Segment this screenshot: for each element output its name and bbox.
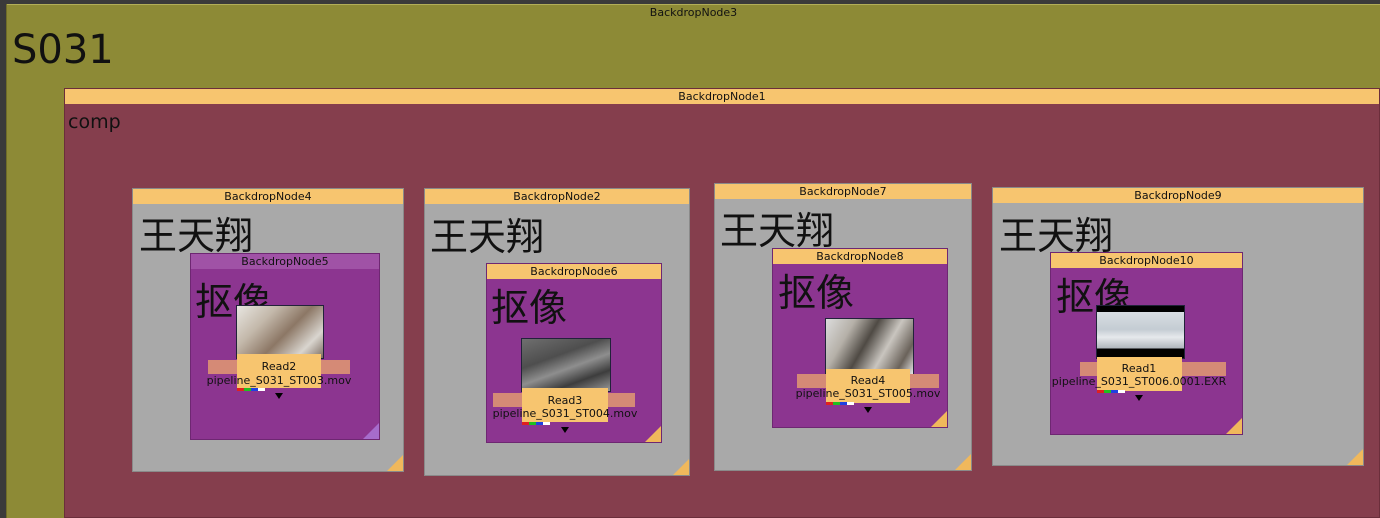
backdrop-node-10-header[interactable]: BackdropNode10 [1051, 253, 1242, 268]
backdrop-node-8-label: 抠像 [778, 271, 855, 315]
backdrop-node-2-label: 王天翔 [430, 215, 545, 259]
read1-thumbnail[interactable] [1096, 305, 1185, 359]
backdrop-node-3-label: S031 [12, 27, 114, 73]
read4-label: Read4 [850, 374, 886, 387]
resize-handle[interactable] [673, 459, 689, 475]
backdrop-node-5-header[interactable]: BackdropNode5 [191, 254, 379, 269]
read3-output-arrow[interactable] [561, 427, 569, 433]
read4-output-arrow[interactable] [864, 407, 872, 413]
read1-label: Read1 [1121, 362, 1157, 375]
read2-output-arrow[interactable] [275, 393, 283, 399]
read2-label: Read2 [261, 360, 297, 373]
resize-handle[interactable] [1226, 418, 1242, 434]
read3-label: Read3 [547, 394, 583, 407]
backdrop-node-6-label: 抠像 [491, 286, 568, 330]
backdrop-node-6-header[interactable]: BackdropNode6 [487, 264, 661, 279]
read4-channel-indicators [826, 402, 854, 405]
read2-filename: pipeline_S031_ST003.mov [206, 374, 352, 387]
backdrop-node-4-header[interactable]: BackdropNode4 [133, 189, 403, 204]
backdrop-node-1-label: comp [68, 111, 121, 133]
read4-thumbnail[interactable] [825, 318, 914, 375]
backdrop-node-2-header[interactable]: BackdropNode2 [425, 189, 689, 204]
read2-thumbnail[interactable] [236, 305, 324, 359]
resize-handle[interactable] [387, 455, 403, 471]
resize-handle[interactable] [363, 423, 379, 439]
read2-channel-indicators [237, 388, 265, 391]
resize-handle[interactable] [1347, 449, 1363, 465]
read1-output-arrow[interactable] [1135, 395, 1143, 401]
backdrop-node-4-label: 王天翔 [139, 214, 254, 258]
read1-filename: pipeline_S031_ST006.0001.EXR [1051, 375, 1227, 388]
backdrop-node-8-header[interactable]: BackdropNode8 [773, 249, 947, 264]
backdrop-node-9-header[interactable]: BackdropNode9 [993, 188, 1363, 203]
backdrop-node-7-label: 王天翔 [720, 209, 835, 253]
backdrop-node-3-header[interactable]: BackdropNode3 [7, 4, 1380, 19]
resize-handle[interactable] [931, 411, 947, 427]
read3-thumbnail[interactable] [521, 338, 611, 392]
read1-channel-indicators [1097, 390, 1125, 393]
backdrop-node-7-header[interactable]: BackdropNode7 [715, 184, 971, 199]
resize-handle[interactable] [955, 454, 971, 470]
resize-handle[interactable] [645, 426, 661, 442]
read3-channel-indicators [522, 422, 550, 425]
backdrop-node-1-header[interactable]: BackdropNode1 [65, 89, 1379, 104]
read4-filename: pipeline_S031_ST005.mov [795, 387, 941, 400]
read3-filename: pipeline_S031_ST004.mov [492, 407, 638, 420]
